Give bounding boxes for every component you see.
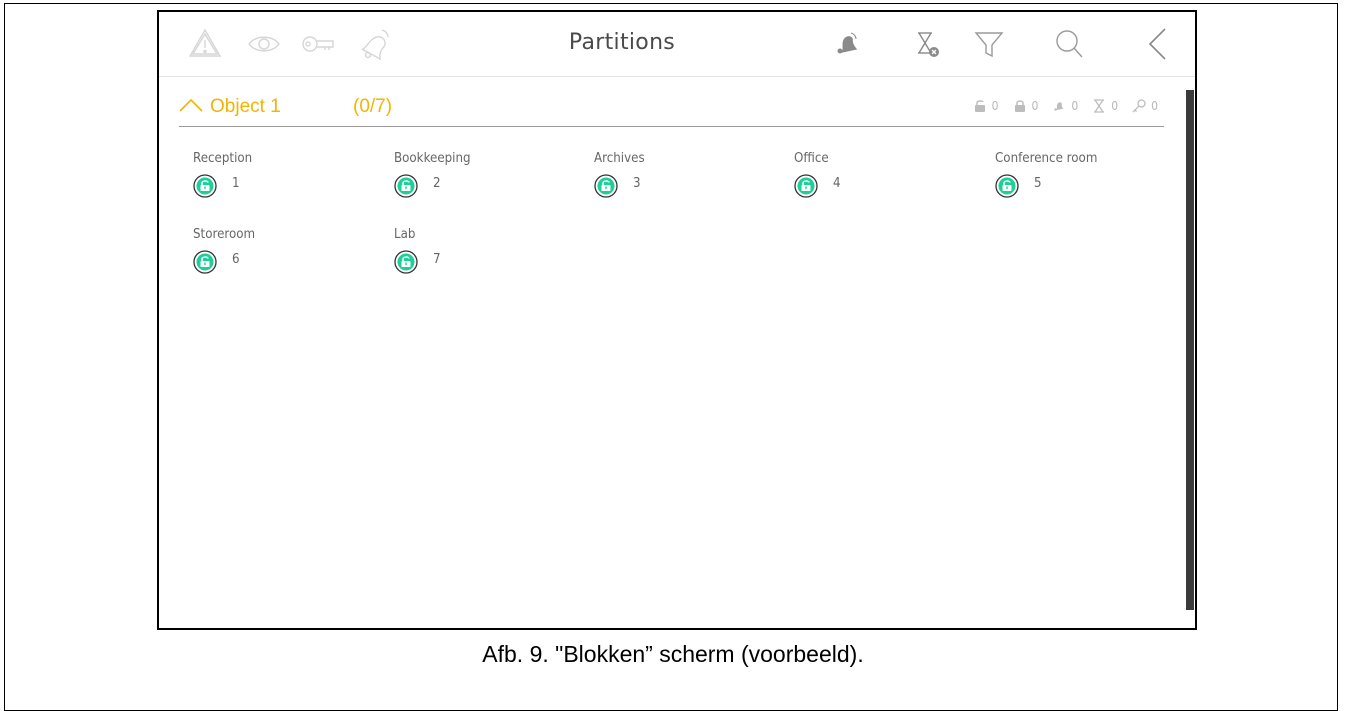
summary-service: 0 <box>1131 98 1158 114</box>
partition-number: 6 <box>232 251 240 267</box>
unlocked-partition-icon <box>193 250 217 274</box>
partition-name: Conference room <box>995 150 1098 166</box>
unlocked-partition-icon <box>995 174 1019 198</box>
partition-tile[interactable]: Archives 3 <box>594 150 774 210</box>
partition-name: Lab <box>394 226 416 242</box>
partition-name: Storeroom <box>193 226 256 242</box>
partition-number: 3 <box>633 175 641 191</box>
partition-tile[interactable]: Bookkeeping 2 <box>394 150 574 210</box>
partition-number: 4 <box>833 175 841 191</box>
chevron-up-icon <box>179 98 203 112</box>
locked-icon <box>1014 100 1025 112</box>
partition-number: 5 <box>1034 175 1042 191</box>
summary-exit-delay: 0 <box>1091 98 1118 114</box>
figure-caption: Afb. 9. "Blokken” scherm (voorbeeld). <box>482 641 864 667</box>
partition-tile[interactable]: Office 4 <box>794 150 974 210</box>
unlocked-partition-icon <box>394 250 418 274</box>
unlocked-partition-icon <box>594 174 618 198</box>
keypad-screen: Partitions Object 1 (0/7) 0 0 0 0 0 Rece… <box>157 10 1197 630</box>
object-header[interactable]: Object 1 (0/7) 0 0 0 0 0 <box>179 90 1164 127</box>
summary-locked: 0 <box>1012 98 1038 114</box>
partition-tile[interactable]: Storeroom 6 <box>193 226 373 286</box>
object-summary: 0 0 0 0 0 <box>959 96 1158 116</box>
partition-tile[interactable]: Reception 1 <box>193 150 373 210</box>
partition-number: 7 <box>433 251 441 267</box>
search-icon[interactable] <box>1051 26 1087 62</box>
partition-name: Bookkeeping <box>394 150 471 166</box>
hourglass-icon <box>1094 99 1105 113</box>
unlocked-icon <box>974 100 985 112</box>
partition-tile[interactable]: Conference room 5 <box>995 150 1175 210</box>
scrollbar[interactable] <box>1186 90 1194 610</box>
page-title: Partitions <box>568 30 676 55</box>
back-icon[interactable] <box>1139 26 1175 62</box>
partition-name: Office <box>794 150 829 166</box>
partition-tile[interactable]: Lab 7 <box>394 226 574 286</box>
object-partition-count: (0/7) <box>353 96 393 117</box>
key-icon <box>1132 99 1146 113</box>
unlocked-partition-icon <box>394 174 418 198</box>
unlocked-partition-icon <box>193 174 217 198</box>
top-toolbar: Partitions <box>159 12 1195 77</box>
hourglass-cancel-icon[interactable] <box>909 26 945 62</box>
filter-icon[interactable] <box>971 26 1007 62</box>
partition-number: 1 <box>232 175 240 191</box>
partition-number: 2 <box>433 175 441 191</box>
object-name: Object 1 <box>210 96 281 117</box>
summary-unlocked: 0 <box>972 98 999 114</box>
partition-name: Archives <box>594 150 645 166</box>
summary-alarm: 0 <box>1051 98 1078 114</box>
alarm-bell-icon <box>1054 102 1064 111</box>
unlocked-partition-icon <box>794 174 818 198</box>
partition-name: Reception <box>193 150 253 166</box>
alarm-bell-icon[interactable] <box>829 26 865 62</box>
